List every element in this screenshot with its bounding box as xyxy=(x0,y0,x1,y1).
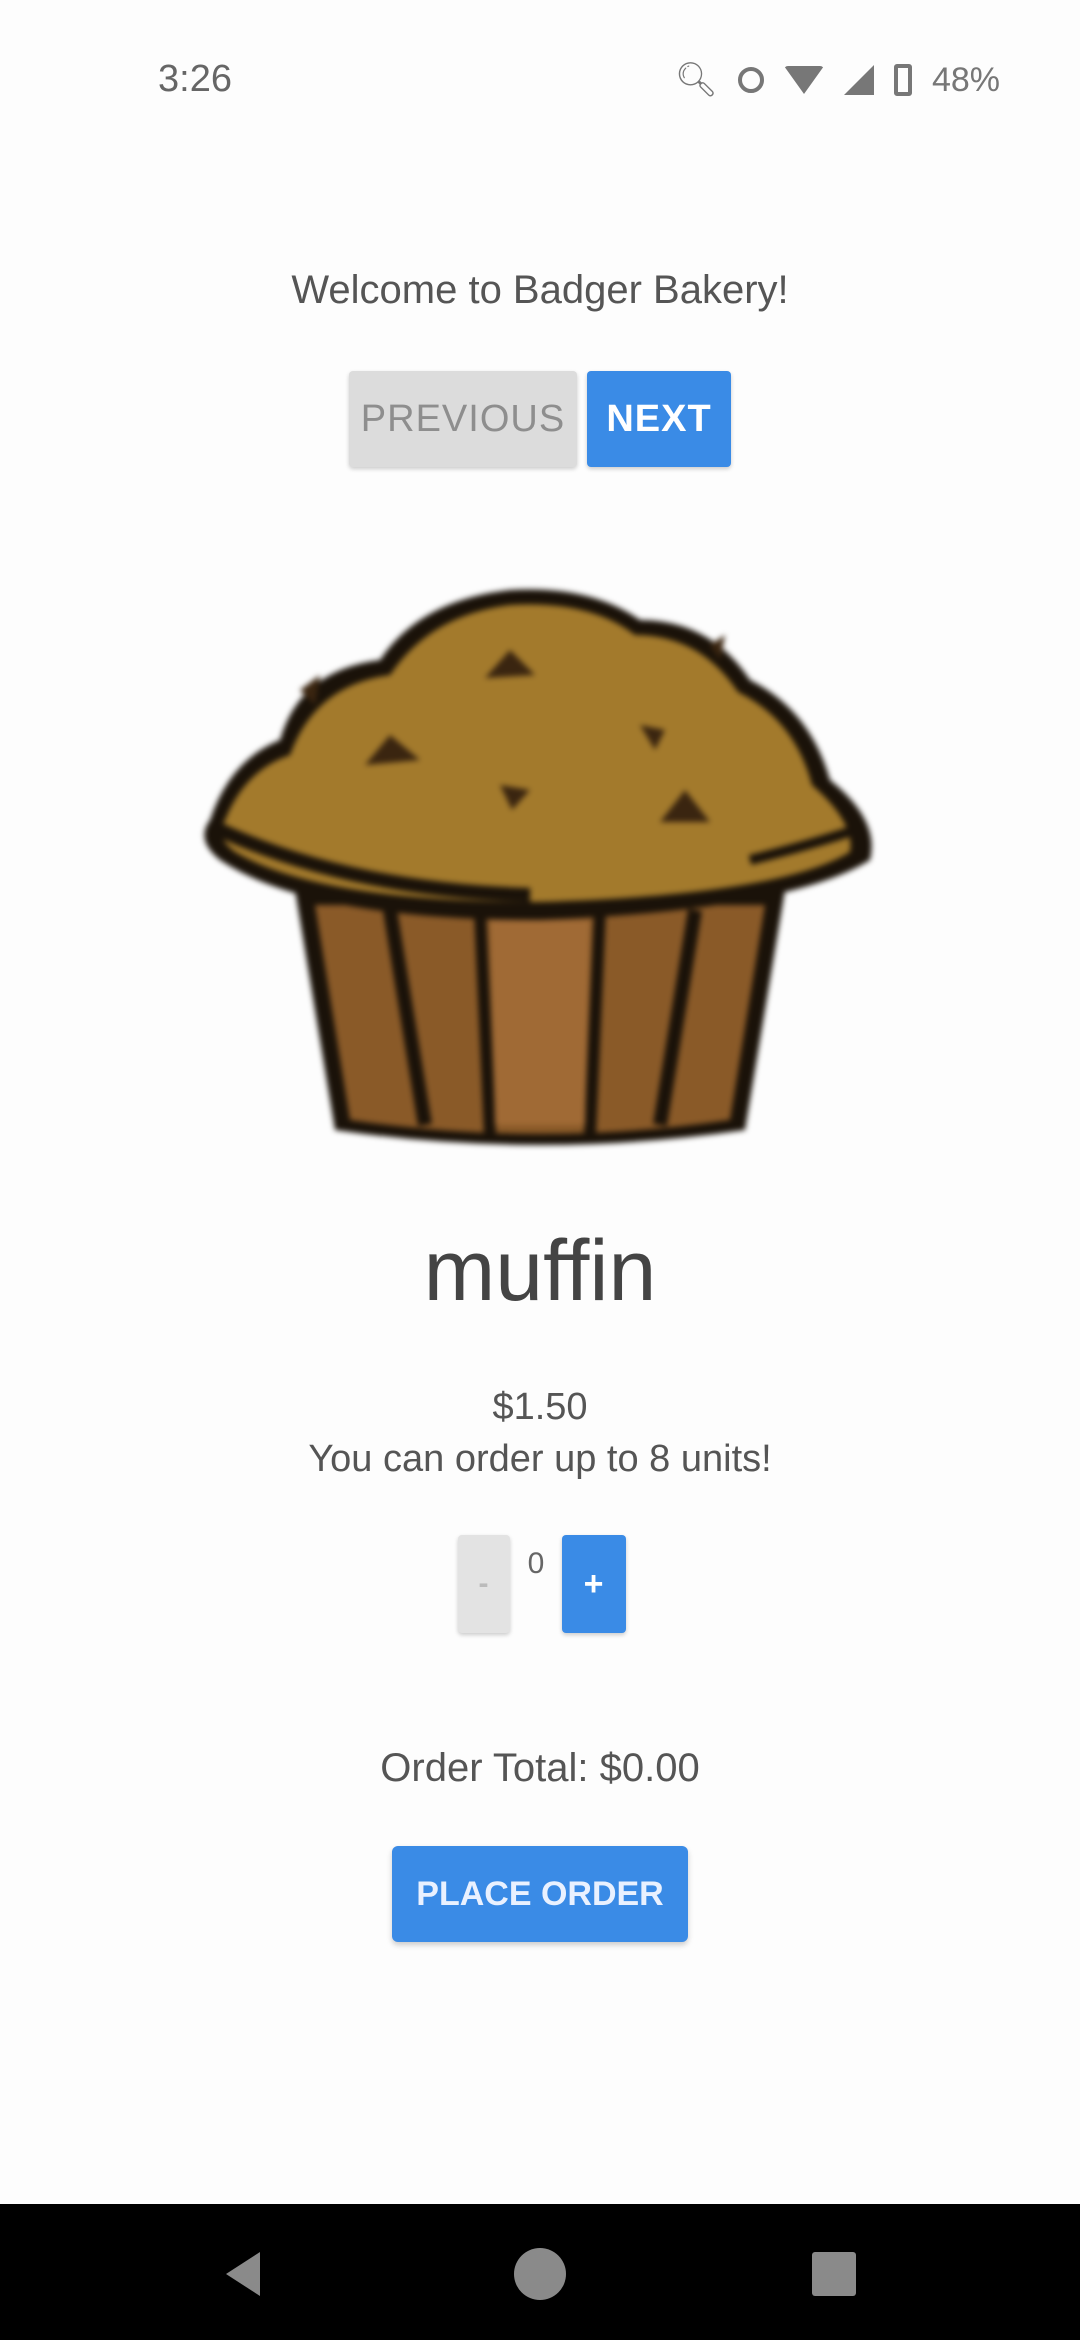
item-price: $1.50 xyxy=(492,1386,588,1428)
item-nav: PREVIOUS NEXT xyxy=(0,371,1080,467)
muffin-image xyxy=(190,560,890,1160)
circle-status-icon xyxy=(737,67,764,93)
next-button[interactable]: NEXT xyxy=(587,371,731,467)
search-status-icon: 🔍︎ xyxy=(674,61,718,99)
quantity-stepper: - 0 + xyxy=(458,1535,626,1633)
increment-button[interactable]: + xyxy=(562,1535,626,1633)
item-name: muffin xyxy=(423,1223,657,1319)
battery-percent: 48% xyxy=(931,60,1000,99)
order-total: Order Total: $0.00 xyxy=(380,1746,700,1790)
battery-icon xyxy=(893,64,912,96)
welcome-title: Welcome to Badger Bakery! xyxy=(291,268,789,312)
quantity-count: 0 xyxy=(527,1547,545,1580)
order-limit-text: You can order up to 8 units! xyxy=(308,1438,772,1480)
place-order-button[interactable]: PLACE ORDER xyxy=(392,1846,688,1942)
home-icon[interactable] xyxy=(514,2248,566,2300)
status-time: 3:26 xyxy=(158,58,232,100)
screen: 3:26 🔍︎ 48% Welcome to Badger Bakery! PR… xyxy=(0,0,1080,2340)
status-bar: 3:26 🔍︎ 48% xyxy=(0,0,1080,160)
signal-icon xyxy=(843,65,874,95)
status-icons: 🔍︎ 48% xyxy=(675,60,1000,100)
wifi-icon xyxy=(783,66,824,94)
recents-icon[interactable] xyxy=(812,2252,856,2296)
previous-button[interactable]: PREVIOUS xyxy=(349,371,577,467)
system-nav-bar xyxy=(0,2204,1080,2340)
decrement-button[interactable]: - xyxy=(458,1535,510,1633)
back-icon[interactable] xyxy=(226,2252,260,2296)
